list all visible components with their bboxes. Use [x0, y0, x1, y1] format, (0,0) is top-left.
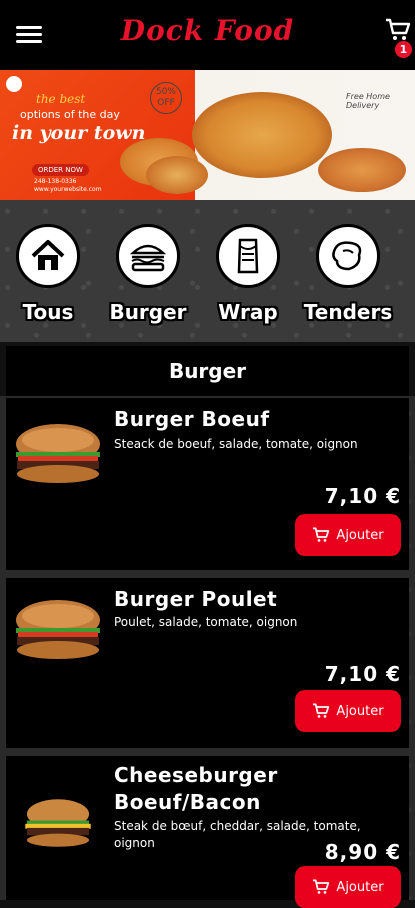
category-label: Wrap — [218, 300, 278, 324]
product-card: Burger Poulet Poulet, salade, tomate, oi… — [6, 578, 409, 748]
cart-icon — [313, 703, 330, 718]
banner-order-button[interactable]: ORDER NOW — [32, 164, 89, 176]
pizza-image — [192, 92, 332, 178]
burger-image — [16, 424, 100, 483]
banner-tagline-3: in your town — [12, 122, 146, 144]
cart-button[interactable]: 1 — [385, 18, 412, 58]
product-card: Cheeseburger Boeuf/Bacon Steak de bœuf, … — [6, 756, 409, 908]
category-label: Tous — [22, 300, 74, 324]
add-to-cart-button[interactable]: Ajouter — [295, 514, 401, 556]
banner-tagline-2: options of the day — [20, 108, 120, 121]
add-button-label: Ajouter — [336, 527, 384, 543]
chef-logo-icon — [6, 76, 22, 92]
wrap-icon — [216, 224, 280, 288]
banner-phone: 248-138-0336 — [34, 178, 77, 185]
add-to-cart-button[interactable]: Ajouter — [295, 690, 401, 732]
section-title: Burger — [6, 346, 409, 396]
pizza-image — [146, 156, 208, 194]
cart-icon — [313, 527, 330, 542]
product-description: Poulet, salade, tomate, oignon — [114, 615, 298, 629]
burger-image — [25, 799, 91, 847]
cart-count-badge: 1 — [395, 41, 412, 58]
category-tous[interactable]: Tous — [0, 224, 96, 324]
product-name-line: Boeuf/Bacon — [114, 790, 261, 814]
tenders-icon — [316, 224, 380, 288]
add-button-label: Ajouter — [336, 703, 384, 719]
banner-tagline-1: the best — [36, 92, 86, 106]
product-price: 7,10 € — [324, 484, 401, 508]
cart-icon — [313, 879, 330, 894]
category-bar: Tous Burger Wrap Tenders — [0, 200, 415, 342]
category-wrap[interactable]: Wrap — [200, 224, 296, 324]
category-label: Burger — [109, 300, 187, 324]
category-label: Tenders — [303, 300, 393, 324]
app-header: Dock Food 1 — [0, 0, 415, 70]
promo-banner[interactable]: the best options of the day in your town… — [0, 70, 415, 200]
product-price: 7,10 € — [324, 662, 401, 686]
product-description: Steack de boeuf, salade, tomate, oignon — [114, 437, 358, 451]
burger-icon — [116, 224, 180, 288]
house-icon — [16, 224, 80, 288]
burger-image — [16, 600, 100, 659]
category-tenders[interactable]: Tenders — [300, 224, 396, 324]
category-burger[interactable]: Burger — [100, 224, 196, 324]
product-name: Burger Poulet — [114, 587, 278, 611]
product-price: 8,90 € — [324, 840, 401, 864]
product-name: Burger Boeuf — [114, 407, 270, 431]
product-name: Cheeseburger Boeuf/Bacon — [114, 762, 278, 816]
pizza-image — [318, 148, 406, 192]
add-to-cart-button[interactable]: Ajouter — [295, 866, 401, 908]
product-name-line: Cheeseburger — [114, 763, 278, 787]
add-button-label: Ajouter — [336, 879, 384, 895]
product-card: Burger Boeuf Steack de boeuf, salade, to… — [6, 398, 409, 570]
banner-url: www.yourwebsite.com — [34, 186, 102, 193]
brand-logo[interactable]: Dock Food — [0, 14, 415, 47]
cart-icon — [386, 18, 411, 40]
delivery-text: Free Home Delivery — [346, 92, 390, 110]
discount-badge: 50% OFF — [150, 82, 182, 114]
